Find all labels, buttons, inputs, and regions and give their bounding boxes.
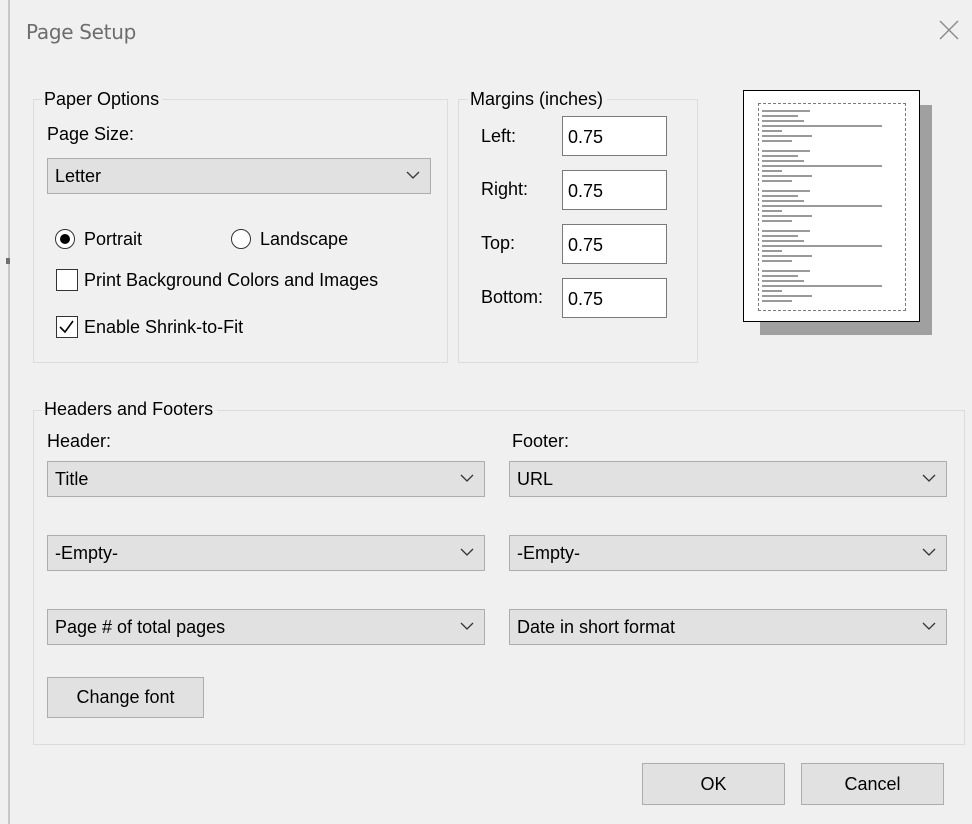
footer-label: Footer: [512,431,570,451]
right-margin-value: 0.75 [568,181,604,201]
shrink-to-fit-label[interactable]: Enable Shrink-to-Fit [84,316,243,338]
margins-legend: Margins (inches) [468,89,608,109]
header-select-3[interactable]: Page # of total pages [47,609,485,645]
close-button[interactable] [937,18,961,42]
page-size-value: Letter [55,166,102,186]
bottom-margin-value: 0.75 [568,289,604,309]
footer-select-2-value: -Empty- [517,543,580,563]
top-margin-label: Top: [481,233,516,253]
top-margin-input[interactable]: 0.75 [562,224,667,264]
left-margin-input[interactable]: 0.75 [562,116,667,156]
bottom-margin-input[interactable]: 0.75 [562,278,667,318]
header-select-2[interactable]: -Empty- [47,535,485,571]
left-margin-value: 0.75 [568,127,604,147]
landscape-radio[interactable] [231,229,251,249]
footer-select-1[interactable]: URL [509,461,947,497]
preview-margin-area [758,103,906,311]
headers-footers-legend: Headers and Footers [42,399,218,419]
right-margin-input[interactable]: 0.75 [562,170,667,210]
cancel-button[interactable]: Cancel [801,763,944,805]
left-margin-label: Left: [481,126,517,146]
header-select-1-value: Title [55,469,89,489]
checkmark-icon [59,320,74,334]
header-label: Header: [47,431,112,451]
page-size-select[interactable]: Letter [47,158,431,194]
chevron-down-icon [922,622,936,630]
print-background-checkbox[interactable] [56,269,78,291]
header-select-2-value: -Empty- [55,543,118,563]
landscape-label[interactable]: Landscape [260,228,348,250]
footer-select-1-value: URL [517,469,554,489]
chevron-down-icon [460,548,474,556]
header-select-1[interactable]: Title [47,461,485,497]
page-size-label: Page Size: [47,124,135,144]
shrink-to-fit-checkbox[interactable] [56,316,78,338]
portrait-label[interactable]: Portrait [84,228,142,250]
bottom-margin-label: Bottom: [481,287,544,307]
right-margin-label: Right: [481,179,529,199]
window-edge [8,0,10,824]
paper-options-legend: Paper Options [42,89,164,109]
close-icon [939,20,959,40]
header-select-3-value: Page # of total pages [55,617,226,637]
portrait-radio[interactable] [55,229,75,249]
print-background-label[interactable]: Print Background Colors and Images [84,269,378,291]
chevron-down-icon [460,622,474,630]
ok-button[interactable]: OK [642,763,785,805]
top-margin-value: 0.75 [568,235,604,255]
footer-select-3-value: Date in short format [517,617,676,637]
chevron-down-icon [460,474,474,482]
dialog-title: Page Setup [26,20,136,44]
radio-selected-dot [59,233,70,244]
window-edge-mark [6,258,10,264]
footer-select-3[interactable]: Date in short format [509,609,947,645]
chevron-down-icon [922,548,936,556]
chevron-down-icon [922,474,936,482]
change-font-button[interactable]: Change font [47,677,204,718]
page-preview [743,90,920,322]
chevron-down-icon [406,171,420,179]
footer-select-2[interactable]: -Empty- [509,535,947,571]
